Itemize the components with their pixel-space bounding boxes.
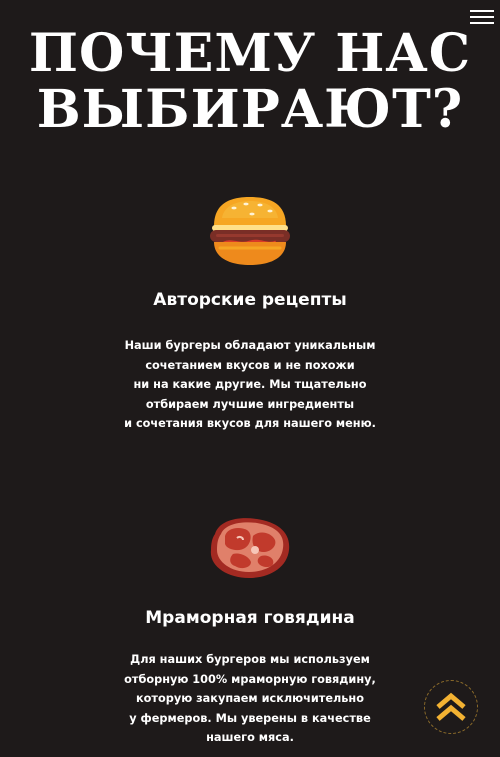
- feature-description-line: ни на какие другие. Мы тщательно: [133, 378, 367, 391]
- steak-icon: [210, 518, 290, 578]
- feature-description-line: и сочетания вкусов для нашего меню.: [124, 417, 376, 430]
- scroll-to-top-button[interactable]: [424, 680, 478, 734]
- feature-title: Мраморная говядина: [145, 608, 355, 628]
- feature-description-line: нашего мяса.: [206, 731, 294, 744]
- burger-icon: [210, 197, 290, 265]
- feature-description-line: отбираем лучшие ингредиенты: [145, 397, 355, 411]
- feature-description-line: сочетанием вкусов и не похожи: [145, 358, 355, 372]
- double-chevron-up-icon: [436, 692, 466, 721]
- menu-icon-bar: [470, 10, 494, 12]
- page-title-line: ПОЧЕМУ НАС: [28, 23, 472, 84]
- feature-description-line: отборную 100% мраморную говядину,: [124, 672, 376, 686]
- feature-description: Наши бургеры обладают уникальным сочетан…: [0, 336, 500, 434]
- feature-description-line: Наши бургеры обладают уникальным: [124, 339, 376, 352]
- feature-author-recipes: Авторские рецепты Наши бургеры обладают …: [0, 196, 500, 434]
- page-title: ПОЧЕМУ НАС ВЫБИРАЮТ?: [0, 26, 500, 138]
- menu-icon-bar: [470, 22, 494, 24]
- menu-icon-bar: [470, 16, 494, 18]
- feature-description-line: Для наших бургеров мы используем: [130, 653, 370, 666]
- feature-title: Авторские рецепты: [153, 290, 347, 310]
- menu-button[interactable]: [470, 10, 494, 24]
- page-title-line: ВЫБИРАЮТ?: [36, 79, 464, 140]
